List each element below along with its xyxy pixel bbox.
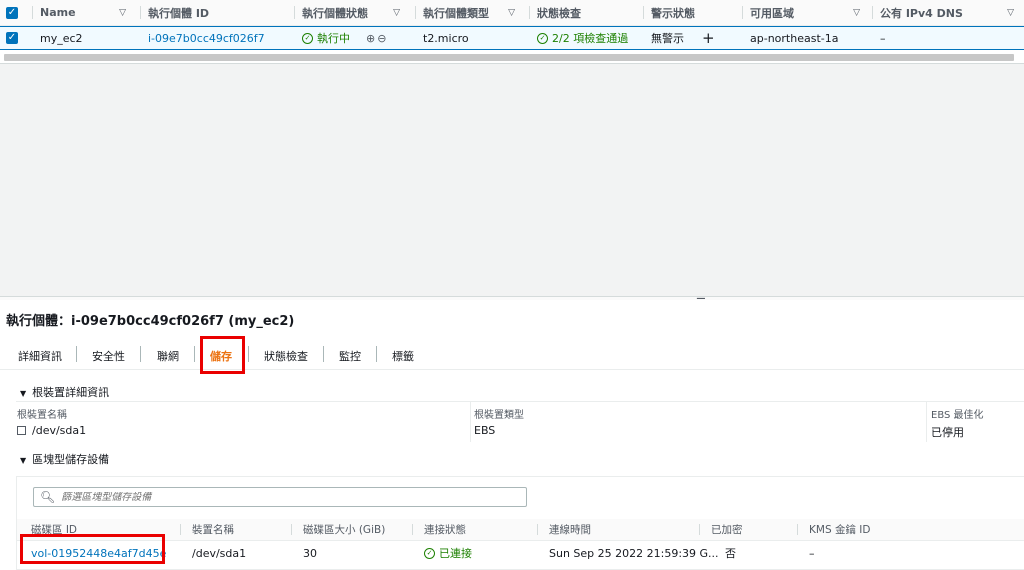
status-check: ✓ 2/2 項檢查通過 <box>529 27 641 49</box>
sort-icon[interactable]: ▽ <box>853 8 860 18</box>
column-header-state[interactable]: 執行個體狀態 ▽ <box>294 0 410 25</box>
column-header-attach-state[interactable]: 連接狀態 <box>412 519 466 540</box>
details-tabs: 詳細資訊 安全性 聯網 儲存 狀態檢查 監控 標籤 <box>0 340 1024 370</box>
block-devices-section-toggle[interactable]: ▼ 區塊型儲存設備 <box>20 451 109 467</box>
zoom-in-icon[interactable]: ⊕ <box>366 32 375 45</box>
sort-icon[interactable]: ▽ <box>1007 8 1014 18</box>
highlight-box-storage-tab <box>200 336 245 374</box>
column-header-status-check[interactable]: 狀態檢查 <box>529 0 641 25</box>
instance-state: ✓ 執行中 ⊕ ⊖ <box>294 27 410 49</box>
instance-id-link[interactable]: i-09e7b0cc49cf026f7 <box>140 27 294 49</box>
table-row: vol-01952448e4af7d45e /dev/sda1 30 ✓ 已連接 … <box>17 541 1024 565</box>
tab-monitoring[interactable]: 監控 <box>339 348 361 364</box>
check-circle-icon: ✓ <box>302 32 313 44</box>
root-device-type-label: 根裝置類型 <box>474 410 524 421</box>
instance-details-panel: 執行個體：i-09e7b0cc49cf026f7 (my_ec2) 詳細資訊 安… <box>0 300 1024 570</box>
volumes-header: 磁碟區 ID 裝置名稱 磁碟區大小 (GiB) 連接狀態 連線時間 已加密 KM… <box>17 519 1024 541</box>
ebs-optimized-value: 已停用 <box>931 426 964 439</box>
public-dns: – <box>880 31 886 45</box>
check-circle-icon: ✓ <box>424 547 435 559</box>
column-header-dns[interactable]: 公有 IPv4 DNS ▽ <box>872 0 1024 25</box>
tab-status-checks[interactable]: 狀態檢查 <box>264 348 308 364</box>
check-circle-icon: ✓ <box>537 32 548 44</box>
root-device-name-label: 根裝置名稱 <box>17 410 67 421</box>
row-checkbox[interactable]: ✓ <box>0 27 30 49</box>
kms-key-value: – <box>809 546 815 560</box>
availability-zone: ap-northeast-1a <box>750 31 839 45</box>
ebs-optimized-label: EBS 最佳化 <box>931 410 984 421</box>
instance-name: my_ec2 <box>40 31 83 45</box>
sort-icon[interactable]: ▽ <box>508 8 515 18</box>
encrypted-value: 否 <box>725 547 736 560</box>
root-device-section-toggle[interactable]: ▼ 根裝置詳細資訊 <box>20 384 109 400</box>
column-header-kms-key[interactable]: KMS 金鑰 ID <box>796 519 870 540</box>
column-header-size[interactable]: 磁碟區大小 (GiB) <box>290 519 385 540</box>
tab-details[interactable]: 詳細資訊 <box>18 348 62 364</box>
zoom-out-icon[interactable]: ⊖ <box>377 32 386 45</box>
horizontal-scrollbar[interactable] <box>0 52 1024 64</box>
column-header-zone[interactable]: 可用區域 ▽ <box>742 0 870 25</box>
column-header-type[interactable]: 執行個體類型 ▽ <box>415 0 525 25</box>
search-icon: 🔍︎ <box>40 490 56 504</box>
attach-state: ✓ 已連接 <box>424 541 472 565</box>
add-alarm-icon[interactable]: + <box>702 29 715 47</box>
scrollbar-thumb[interactable] <box>4 54 1014 61</box>
tab-tags[interactable]: 標籤 <box>392 348 414 364</box>
column-header-instance-id[interactable]: 執行個體 ID <box>140 0 294 25</box>
volume-size: 30 <box>303 546 317 560</box>
highlight-box-volume-id <box>20 534 165 564</box>
sort-icon[interactable]: ▽ <box>119 8 126 18</box>
caret-down-icon: ▼ <box>20 389 27 398</box>
column-header-device[interactable]: 裝置名稱 <box>180 519 234 540</box>
column-header-name[interactable]: Name ▽ <box>32 0 136 25</box>
sort-icon[interactable]: ▽ <box>393 8 400 18</box>
search-input[interactable] <box>61 491 522 503</box>
select-all-checkbox[interactable]: ✓ <box>0 0 30 25</box>
table-row[interactable]: ✓ my_ec2 i-09e7b0cc49cf026f7 ✓ 執行中 ⊕ ⊖ t2.… <box>0 26 1024 50</box>
copy-icon[interactable] <box>17 426 26 435</box>
tab-security[interactable]: 安全性 <box>92 348 125 364</box>
device-name: /dev/sda1 <box>192 546 247 560</box>
table-header: ✓ Name ▽ 執行個體 ID 執行個體狀態 ▽ 執行個體類型 ▽ 狀態檢查 警示狀… <box>0 0 1024 26</box>
block-devices-table: 🔍︎ 磁碟區 ID 裝置名稱 磁碟區大小 (GiB) 連接狀態 連線時間 已加密… <box>16 476 1024 570</box>
column-header-encrypted[interactable]: 已加密 <box>699 519 743 540</box>
instances-table: ✓ Name ▽ 執行個體 ID 執行個體狀態 ▽ 執行個體類型 ▽ 狀態檢查 警示狀… <box>0 0 1024 52</box>
instance-type: t2.micro <box>423 31 469 45</box>
tab-networking[interactable]: 聯網 <box>157 348 179 364</box>
attach-time: Sun Sep 25 2022 21:59:39 G... <box>549 546 719 560</box>
alarm-status: 無警示 + <box>651 29 715 47</box>
details-title: 執行個體：i-09e7b0cc49cf026f7 (my_ec2) <box>6 314 295 329</box>
volume-filter[interactable]: 🔍︎ <box>33 487 527 507</box>
root-device-type-value: EBS <box>474 424 496 437</box>
column-header-alarm[interactable]: 警示狀態 <box>643 0 739 25</box>
caret-down-icon: ▼ <box>20 456 27 465</box>
column-header-attach-time[interactable]: 連線時間 <box>537 519 591 540</box>
root-device-name-value: /dev/sda1 <box>17 424 86 437</box>
